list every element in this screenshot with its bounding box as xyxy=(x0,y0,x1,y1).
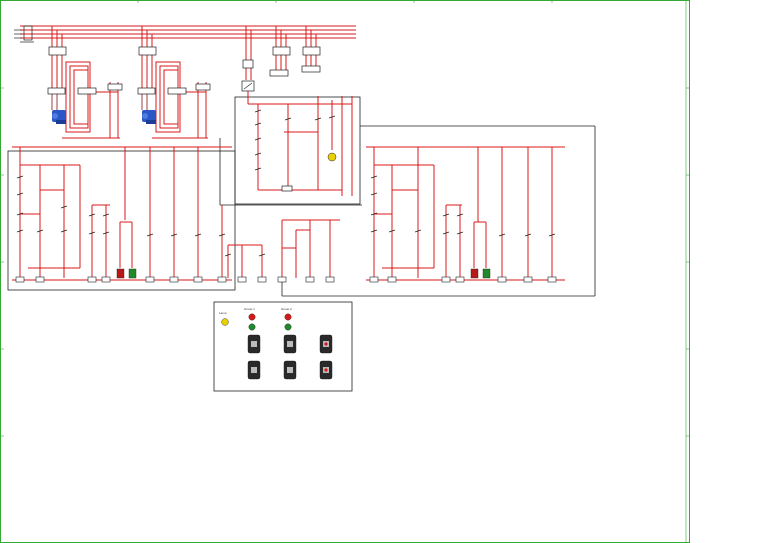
middle-coils xyxy=(277,276,335,283)
schematic-canvas: Lamp Group 1 Group 2 xyxy=(0,0,690,543)
indicator-lamp-green-icon xyxy=(482,268,491,279)
motor-2 xyxy=(142,110,156,124)
control-circuit-middle xyxy=(281,219,340,278)
panel-lamp-yellow-icon xyxy=(221,318,229,326)
sheet-border xyxy=(0,0,690,543)
panel-caption-group-2: Group 2 xyxy=(281,307,292,311)
indicator-lamp-yellow-icon xyxy=(327,152,337,162)
panel-lamp-green-icon xyxy=(248,323,256,331)
power-circuit xyxy=(20,25,356,139)
panel-lamp-green-icon xyxy=(284,323,292,331)
motor-1 xyxy=(52,110,66,124)
panel-caption-lamp: Lamp xyxy=(219,311,227,315)
control-circuit-1 xyxy=(7,146,267,291)
breaker-blocks xyxy=(47,46,321,95)
panel-lamp-red-icon xyxy=(284,313,292,321)
indicator-lamp-red-icon xyxy=(470,268,479,279)
indicator-lamp-red-icon xyxy=(116,268,125,279)
control-supply-box xyxy=(234,80,361,205)
interconnect-wires xyxy=(219,125,596,297)
indicator-lamp-green-icon xyxy=(128,268,137,279)
operator-panel: Lamp Group 1 Group 2 xyxy=(213,301,353,392)
panel-caption-group-1: Group 1 xyxy=(244,307,255,311)
panel-lamp-red-icon xyxy=(248,313,256,321)
drawing-frame xyxy=(0,0,690,543)
control-circuit-2 xyxy=(366,146,565,283)
